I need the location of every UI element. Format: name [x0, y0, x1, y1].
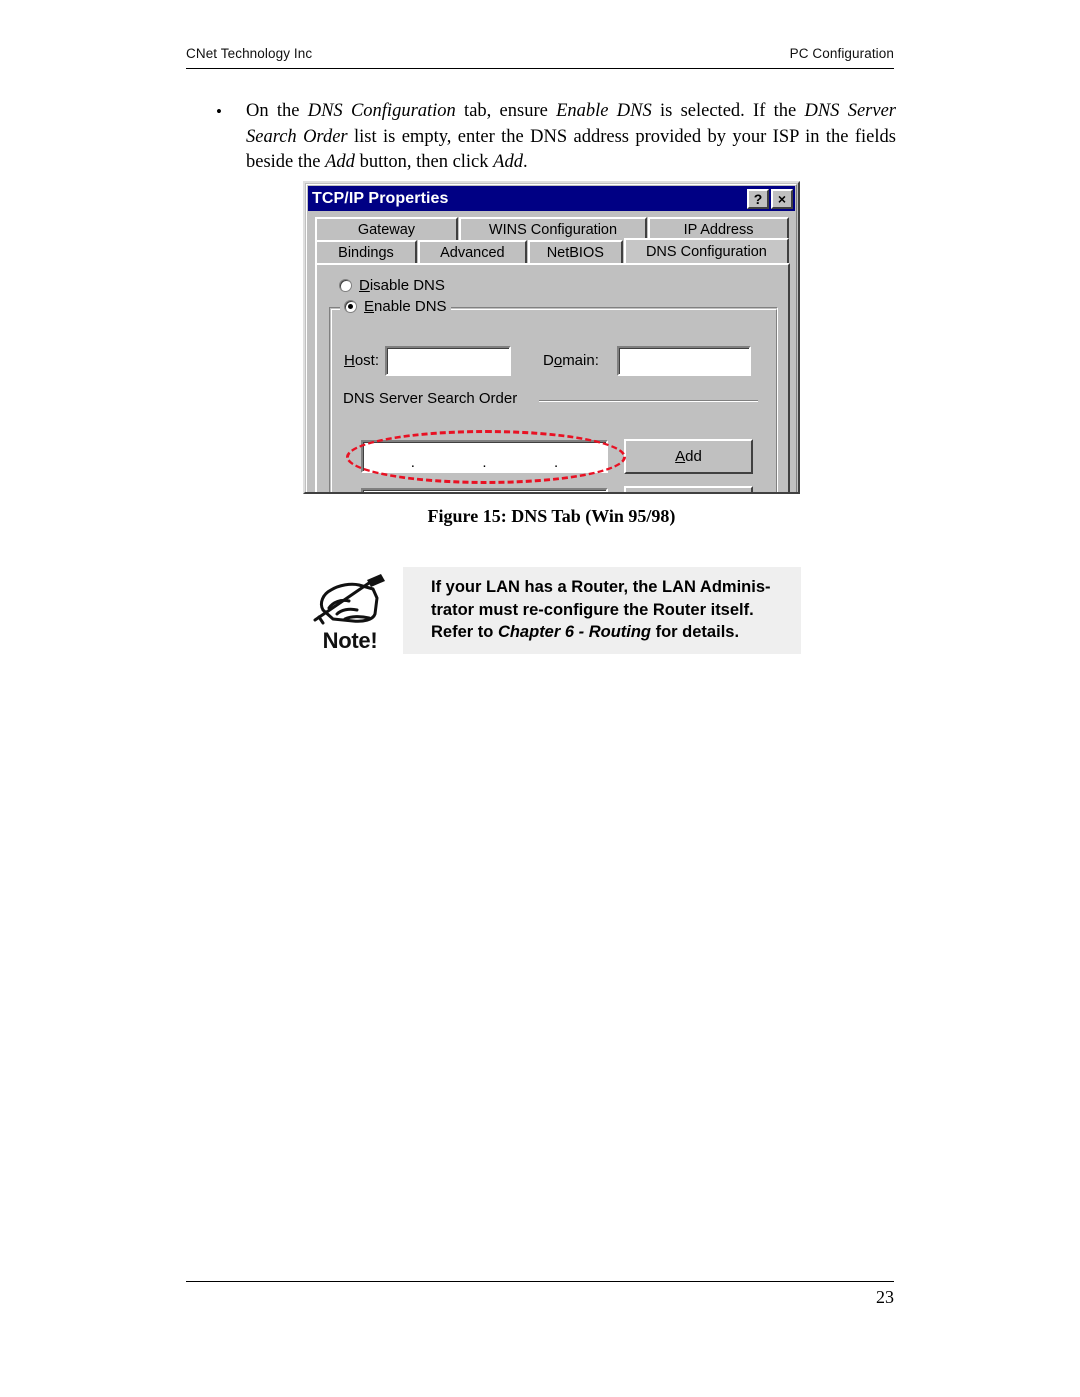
note-line-2: trator must re-configure the Router itse… [431, 600, 754, 619]
label-rest: isable DNS [369, 277, 445, 294]
figure-caption: Figure 15: DNS Tab (Win 95/98) [427, 506, 676, 526]
note-body: If your LAN has a Router, the LAN Admini… [403, 567, 801, 654]
note-chapter-reference: Chapter 6 - Routing [497, 623, 652, 641]
tab-wins-configuration[interactable]: WINS Configuration [458, 217, 648, 240]
dialog-titlebar: TCP/IP Properties ? × [308, 186, 795, 211]
domain-label: Domain: [543, 352, 599, 369]
dns-server-search-order-label: DNS Server Search Order [343, 390, 524, 407]
tcpip-properties-dialog: TCP/IP Properties ? × Gateway WINS Confi… [303, 181, 800, 494]
hand-with-pen-glyph [313, 574, 385, 625]
tab-ip-address[interactable]: IP Address [648, 217, 789, 240]
label-rest: nable DNS [374, 298, 447, 315]
dns-configuration-panel: Disable DNS Host: Domain: DNS Server Sea… [315, 263, 790, 492]
note-line-1: If your LAN has a Router, the LAN Admini… [431, 578, 771, 596]
add-button[interactable]: Add [624, 439, 753, 474]
radio-enable-dns-label: Enable DNS [364, 298, 447, 315]
label-rest: dd [685, 448, 702, 465]
list-item: • On the DNS Configuration tab, ensure E… [212, 99, 896, 176]
emphasis-dns-configuration: DNS Configuration [307, 101, 456, 121]
accel-char: o [553, 352, 563, 369]
tab-bindings[interactable]: Bindings [315, 240, 417, 263]
page-number: 23 [876, 1287, 894, 1307]
domain-input[interactable] [617, 346, 751, 376]
radio-disable-dns-icon [339, 279, 352, 292]
ip-octet-dot: . [554, 454, 559, 471]
text-fragment: On the [246, 101, 308, 121]
tab-advanced[interactable]: Advanced [417, 240, 527, 263]
accel-char: E [364, 298, 375, 315]
text-fragment: . [522, 152, 528, 172]
radio-disable-dns-label: Disable DNS [359, 277, 445, 294]
accel-char: A [675, 448, 686, 465]
close-icon[interactable]: × [771, 188, 793, 209]
label-rest: ost: [354, 352, 380, 369]
note-line-3-post: for details. [651, 623, 740, 641]
tab-row-lower: Bindings Advanced NetBIOS DNS Configurat… [315, 238, 790, 263]
emphasis-add-1: Add [325, 152, 355, 172]
note-line-3-pre: Refer to [431, 623, 498, 641]
ip-octet-dot: . [410, 454, 415, 471]
text-fragment: is selected. If the [651, 101, 805, 121]
dns-ip-address-input[interactable]: . . . [361, 440, 608, 473]
host-label: Host: [344, 352, 379, 369]
host-input[interactable] [385, 346, 511, 376]
note-hand-pen-icon: Note! [307, 570, 393, 654]
help-icon[interactable]: ? [747, 188, 769, 209]
text-fragment: button, then click [354, 152, 494, 172]
instruction-text: On the DNS Configuration tab, ensure Ena… [246, 99, 896, 176]
instruction-bullet-list: • On the DNS Configuration tab, ensure E… [212, 99, 896, 176]
remove-button[interactable]: Remove [624, 486, 753, 492]
radio-disable-dns[interactable]: Disable DNS [339, 277, 445, 294]
tab-netbios[interactable]: NetBIOS [527, 240, 623, 263]
tab-dns-configuration[interactable]: DNS Configuration [623, 238, 789, 263]
emphasis-enable-dns: Enable DNS [556, 101, 652, 121]
label-rest: main: [562, 352, 599, 369]
header-divider [186, 68, 894, 69]
note-icon-label: Note! [322, 628, 378, 653]
dns-server-list[interactable] [361, 488, 608, 492]
tab-gateway[interactable]: Gateway [315, 217, 458, 240]
note-callout: Note! If your LAN has a Router, the LAN … [303, 567, 801, 654]
accel-char: D [359, 277, 370, 294]
footer-divider [186, 1281, 894, 1282]
emphasis-add-2: Add [493, 152, 523, 172]
accel-char: H [344, 352, 355, 369]
label-pre: D [543, 352, 554, 369]
text-fragment: tab, ensure [455, 101, 557, 121]
dialog-title: TCP/IP Properties [312, 189, 449, 207]
header-right-text: PC Configuration [789, 46, 894, 61]
enable-dns-groupbox: Host: Domain: DNS Server Search Order . … [329, 298, 778, 492]
page-header: CNet Technology Inc PC Configuration [186, 46, 894, 61]
tab-row-upper: Gateway WINS Configuration IP Address [315, 217, 790, 240]
ip-octet-dot: . [482, 454, 487, 471]
radio-enable-dns-icon [344, 300, 357, 313]
note-line-3: Refer to Chapter 6 - Routing for details… [431, 621, 791, 644]
search-order-separator [539, 400, 758, 402]
header-left-text: CNet Technology Inc [186, 46, 313, 61]
radio-enable-dns[interactable]: Enable DNS [340, 298, 451, 315]
bullet-marker: • [216, 102, 222, 121]
